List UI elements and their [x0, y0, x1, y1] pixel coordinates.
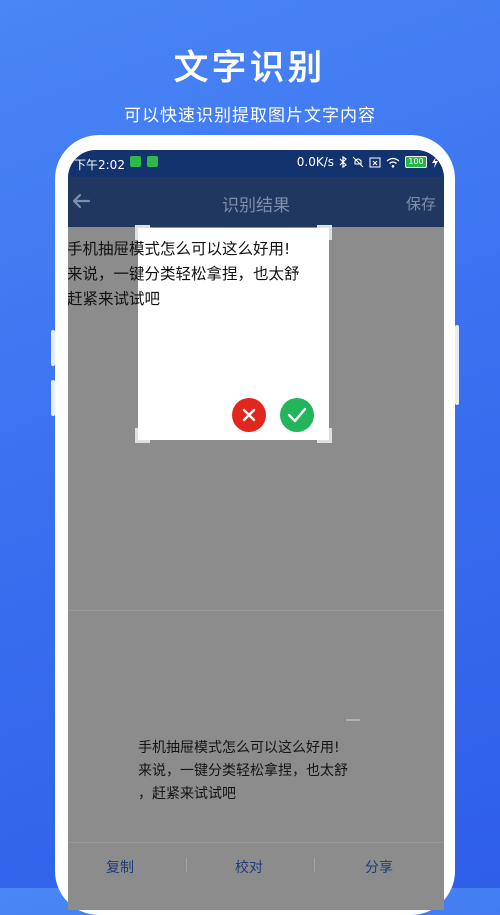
status-bar: 下午2:02 0.0K/s 100 — [68, 150, 444, 177]
phone-side-button — [51, 380, 55, 416]
divider — [314, 858, 315, 872]
source-text-line: 手机抽屉模式怎么可以这么好用! — [138, 740, 340, 756]
check-icon — [287, 407, 307, 423]
source-text-line: ，赶紧来试试吧 — [138, 786, 236, 802]
mute-icon — [352, 156, 364, 168]
crop-handle-top-left[interactable] — [135, 225, 150, 240]
cancel-button[interactable] — [232, 398, 266, 432]
wifi-icon — [386, 157, 400, 168]
sim-icon — [369, 157, 381, 167]
source-image-text: 手机抽屉模式怎么可以这么好用! 来说，一键分类轻松拿捏，也太舒 ，赶紧来试试吧 — [138, 737, 428, 806]
phone-screen: 下午2:02 0.0K/s 100 识别结果 保存 手机抽屉模式怎么可以这么好用… — [68, 150, 444, 910]
confirm-button[interactable] — [280, 398, 314, 432]
bluetooth-icon — [339, 156, 347, 168]
notification-app-icon — [130, 156, 141, 167]
crop-handle-bottom-right[interactable] — [317, 428, 332, 443]
status-time: 下午2:02 — [74, 158, 125, 172]
copy-button[interactable]: 复制 — [106, 857, 134, 877]
share-button[interactable]: 分享 — [365, 857, 393, 877]
source-text-line: 来说，一键分类轻松拿捏，也太舒 — [138, 763, 348, 779]
network-speed: 0.0K/s — [296, 155, 334, 169]
promo-title: 文字识别 — [174, 48, 326, 88]
app-header: 识别结果 保存 — [68, 177, 444, 227]
battery-icon: 100 — [405, 156, 427, 168]
save-button[interactable]: 保存 — [406, 193, 436, 214]
phone-side-button — [51, 330, 55, 366]
close-icon — [242, 408, 256, 422]
status-indicators: 0.0K/s 100 — [297, 155, 438, 169]
proofread-button[interactable]: 校对 — [235, 857, 263, 877]
promo-subtitle: 可以快速识别提取图片文字内容 — [124, 106, 376, 126]
divider — [186, 858, 187, 872]
crop-handle-top-right[interactable] — [317, 225, 332, 240]
page-title: 识别结果 — [222, 196, 290, 216]
charging-icon — [432, 156, 438, 168]
image-artifact — [346, 719, 360, 721]
divider — [68, 610, 444, 611]
phone-side-button — [455, 325, 459, 405]
crop-handle-bottom-left[interactable] — [135, 428, 150, 443]
notification-app-icon — [147, 156, 158, 167]
bottom-action-bar: 复制 校对 分享 — [68, 842, 444, 910]
